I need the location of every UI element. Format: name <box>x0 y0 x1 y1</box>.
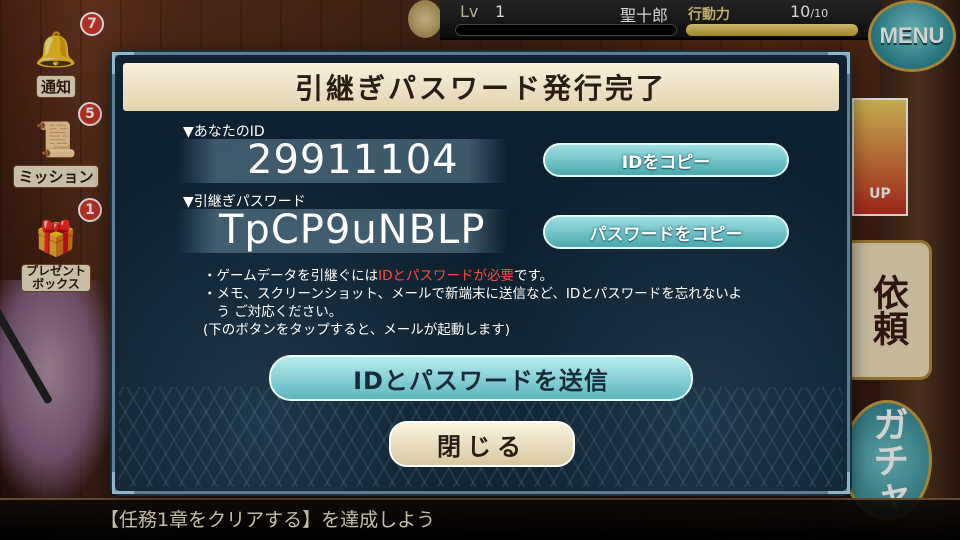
game-screen: Lv 1 聖十郎 行動力 10/10 MENU 🔔 通知 7 📜 ミッション 5… <box>0 0 960 540</box>
note-text: です。 <box>514 268 554 284</box>
password-value: TpCP9uNBLP <box>219 207 486 253</box>
note-line-3: う ご対応ください。 <box>203 304 343 320</box>
copy-id-button[interactable]: IDをコピー <box>543 143 789 177</box>
note-text: ・ゲームデータを引継ぐには <box>203 268 379 284</box>
note-highlight: IDとパスワードが必要 <box>378 268 514 284</box>
copy-password-button[interactable]: パスワードをコピー <box>543 215 789 249</box>
corner-ornament <box>112 472 134 494</box>
note-line-2: ・メモ、スクリーンショット、メールで新端末に送信など、IDとパスワードを忘れない… <box>203 286 742 302</box>
note-line-4: (下のボタンをタップすると、メールが起動します) <box>203 322 510 338</box>
close-button[interactable]: 閉じる <box>389 421 575 467</box>
id-value: 29911104 <box>247 137 459 183</box>
transfer-password-dialog: 引継ぎパスワード発行完了 ▼あなたのID 29911104 IDをコピー ▼引継… <box>112 52 850 494</box>
send-id-password-button[interactable]: IDとパスワードを送信 <box>269 355 693 401</box>
corner-ornament <box>828 472 850 494</box>
dialog-title: 引継ぎパスワード発行完了 <box>123 63 839 111</box>
note-line-1: ・ゲームデータを引継ぐにはIDとパスワードが必要です。 <box>203 267 553 285</box>
